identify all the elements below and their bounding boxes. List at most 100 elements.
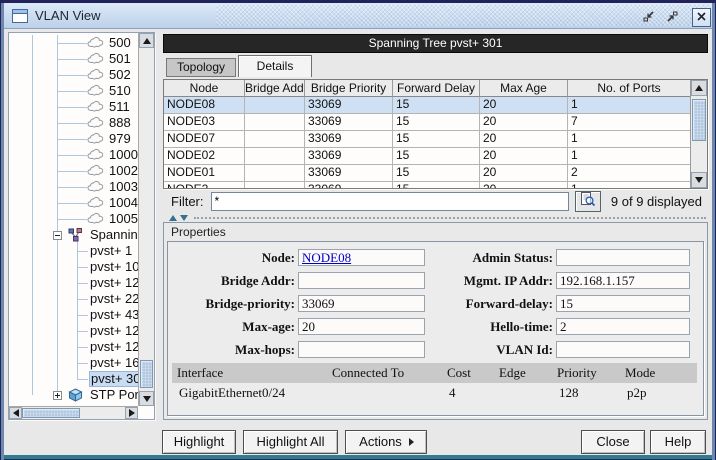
details-header: Spanning Tree pvst+ 301	[163, 34, 708, 53]
tree-item-pvst[interactable]: pvst+ 10	[9, 259, 138, 275]
property-value[interactable]: NODE08	[302, 250, 351, 265]
close-dialog-button[interactable]: Close	[581, 430, 645, 454]
tree-item-spanning[interactable]: Spannin	[9, 227, 138, 243]
column-header[interactable]: Node	[164, 80, 245, 97]
property-row: Mgmt. IP Addr: 192.168.1.157	[430, 269, 702, 292]
table-vertical-scrollbar[interactable]	[690, 80, 707, 188]
cloud-icon	[87, 100, 104, 115]
column-header[interactable]: Edge	[494, 363, 552, 383]
table-row[interactable]: NODE2 33069 15 20 1	[164, 182, 690, 188]
titlebar[interactable]: VLAN View	[4, 3, 712, 29]
cell-forward-delay: 15	[393, 165, 480, 182]
tree-item-label: 500	[109, 36, 131, 50]
cloud-icon	[87, 36, 104, 51]
column-header[interactable]: Priority	[552, 363, 620, 383]
cell-node: NODE2	[164, 182, 245, 188]
scrollbar-thumb[interactable]	[140, 360, 153, 388]
scroll-up-button[interactable]	[691, 80, 707, 96]
tree-item-pvst[interactable]: pvst+ 12	[9, 323, 138, 339]
tree-item-vlan[interactable]: 1004	[9, 195, 138, 211]
column-header[interactable]: Connected To	[327, 363, 442, 383]
tree-item-pvst[interactable]: pvst+ 1	[9, 243, 138, 259]
column-header[interactable]: Cost	[442, 363, 494, 383]
highlight-button[interactable]: Highlight	[162, 430, 236, 454]
scrollbar-thumb[interactable]	[692, 99, 706, 141]
column-header[interactable]: No. of Ports	[568, 80, 690, 97]
tree-item-stp-port[interactable]: STP Por	[9, 387, 138, 403]
scroll-up-button[interactable]	[139, 33, 154, 48]
actions-button[interactable]: Actions	[345, 430, 427, 454]
minimize-button[interactable]	[640, 9, 657, 26]
tree-item-pvst[interactable]: pvst+ 16	[9, 355, 138, 371]
column-header[interactable]: Max Age	[480, 80, 568, 97]
column-header[interactable]: Bridge Addr	[245, 80, 305, 97]
scroll-left-button[interactable]	[9, 407, 22, 419]
collapse-up-icon[interactable]	[169, 215, 177, 221]
scrollbar-thumb[interactable]	[22, 408, 80, 418]
cell-max-age: 20	[480, 114, 568, 131]
cell-bridge-priority: 33069	[305, 165, 393, 182]
table-row[interactable]: NODE02 33069 15 20 1	[164, 148, 690, 165]
filter-search-button[interactable]	[575, 191, 601, 212]
column-header[interactable]: Interface	[172, 363, 327, 383]
tree-item-vlan[interactable]: 1005	[9, 211, 138, 227]
tree-item-vlan[interactable]: 511	[9, 99, 138, 115]
tree-item-pvst[interactable]: pvst+ 12	[9, 339, 138, 355]
table-row[interactable]: NODE07 33069 15 20 1	[164, 131, 690, 148]
help-button[interactable]: Help	[650, 430, 706, 454]
maximize-button[interactable]	[664, 9, 681, 26]
collapse-toggle-icon[interactable]	[53, 231, 62, 240]
tree-item-pvst[interactable]: pvst+ 43	[9, 307, 138, 323]
column-header[interactable]: Forward Delay	[393, 80, 480, 97]
table-row[interactable]: NODE08 33069 15 20 1	[164, 97, 690, 114]
tree-item-pvst[interactable]: pvst+ 12	[9, 275, 138, 291]
cell-edge	[494, 383, 552, 403]
tree-item-vlan[interactable]: 500	[9, 35, 138, 51]
tree-item-pvst[interactable]: pvst+ 22	[9, 291, 138, 307]
tree-item-label: pvst+ 10	[90, 260, 138, 274]
expand-toggle-icon[interactable]	[53, 391, 62, 400]
tree-item-vlan[interactable]: 502	[9, 67, 138, 83]
interface-table: InterfaceConnected ToCostEdgePriorityMod…	[172, 363, 697, 403]
interface-table-rows: GigabitEthernet0/24 4 128 p2p	[172, 383, 697, 403]
property-value[interactable]: 33069	[302, 296, 335, 311]
tree-item-label: pvst+ 1	[90, 244, 132, 258]
table-row[interactable]: NODE01 33069 15 20 2	[164, 165, 690, 182]
highlight-all-button[interactable]: Highlight All	[243, 430, 338, 454]
right-triangle-icon	[409, 438, 418, 446]
cell-cost: 4	[442, 383, 494, 403]
tree-item-vlan[interactable]: 1003	[9, 179, 138, 195]
filter-input[interactable]	[211, 192, 569, 211]
column-header[interactable]: Mode	[620, 363, 697, 383]
tree-vertical-scrollbar[interactable]	[138, 33, 154, 406]
cloud-icon	[87, 132, 104, 147]
tree-item-vlan[interactable]: 979	[9, 131, 138, 147]
tree-horizontal-scrollbar[interactable]	[9, 406, 138, 419]
scroll-down-button[interactable]	[139, 391, 154, 406]
cloud-icon	[87, 212, 104, 227]
tree-item-label: pvst+ 43	[90, 308, 138, 322]
table-row[interactable]: NODE03 33069 15 20 7	[164, 114, 690, 131]
tree-item-vlan[interactable]: 510	[9, 83, 138, 99]
tree-item-pvst[interactable]: pvst+ 30	[9, 371, 138, 387]
property-row: Node: NODE08	[170, 246, 430, 269]
scroll-right-button[interactable]	[125, 407, 138, 419]
tab-topology[interactable]: Topology	[166, 58, 236, 77]
cell-node: NODE07	[164, 131, 245, 148]
column-header[interactable]: Bridge Priority	[305, 80, 393, 97]
split-divider[interactable]	[163, 214, 708, 222]
close-button[interactable]	[692, 8, 711, 27]
collapse-down-icon[interactable]	[180, 215, 188, 221]
tree-item-vlan[interactable]: 1000	[9, 147, 138, 163]
tab-details[interactable]: Details	[238, 55, 312, 77]
tree-item-label: pvst+ 12	[90, 324, 138, 338]
tree-item-vlan[interactable]: 888	[9, 115, 138, 131]
filter-status: 9 of 9 displayed	[611, 194, 702, 209]
interface-row[interactable]: GigabitEthernet0/24 4 128 p2p	[172, 383, 697, 403]
tree-item-label: STP Por	[90, 388, 138, 402]
tree-item-label: 501	[109, 52, 131, 66]
tree-item-vlan[interactable]: 1002	[9, 163, 138, 179]
scroll-down-button[interactable]	[691, 172, 707, 188]
property-value[interactable]: 20	[302, 319, 315, 334]
tree-item-vlan[interactable]: 501	[9, 51, 138, 67]
